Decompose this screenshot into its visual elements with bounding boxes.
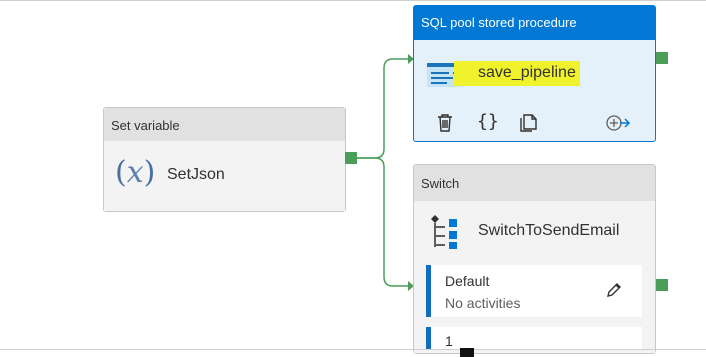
case-activities: No activities [445, 295, 521, 311]
sql-pool-header: SQL pool stored procedure [414, 6, 655, 40]
switch-icon [431, 215, 457, 249]
delete-icon[interactable] [436, 113, 454, 138]
set-variable-body: (x) SetJson [104, 141, 345, 211]
switch-case-1[interactable]: 1 [426, 327, 642, 350]
code-icon[interactable]: {} [477, 111, 499, 132]
add-output-icon[interactable] [605, 114, 631, 137]
switch-success-port[interactable] [656, 279, 668, 291]
switch-name: SwitchToSendEmail [478, 222, 620, 239]
switch-activity[interactable]: Switch [413, 164, 656, 354]
fx-variable-icon: (x) [115, 155, 156, 190]
case-label: Default [445, 273, 490, 289]
canvas-bottom-border [0, 349, 706, 350]
cursor-block [460, 348, 474, 357]
set-variable-success-port[interactable] [345, 152, 357, 164]
set-variable-header: Set variable [104, 108, 345, 141]
sql-pool-name: save_pipeline [478, 64, 576, 81]
switch-header: Switch [414, 165, 655, 201]
copy-icon[interactable] [519, 113, 539, 138]
connector-to-sql-pool [357, 58, 408, 159]
switch-case-default[interactable]: Default No activities [426, 265, 642, 317]
set-variable-name: SetJson [167, 166, 225, 183]
set-variable-activity[interactable]: Set variable (x) SetJson [103, 107, 346, 212]
connector-to-switch [357, 157, 408, 287]
case-label: 1 [445, 333, 453, 349]
sql-pool-success-port[interactable] [656, 52, 668, 64]
edit-pencil-icon[interactable] [605, 281, 623, 299]
